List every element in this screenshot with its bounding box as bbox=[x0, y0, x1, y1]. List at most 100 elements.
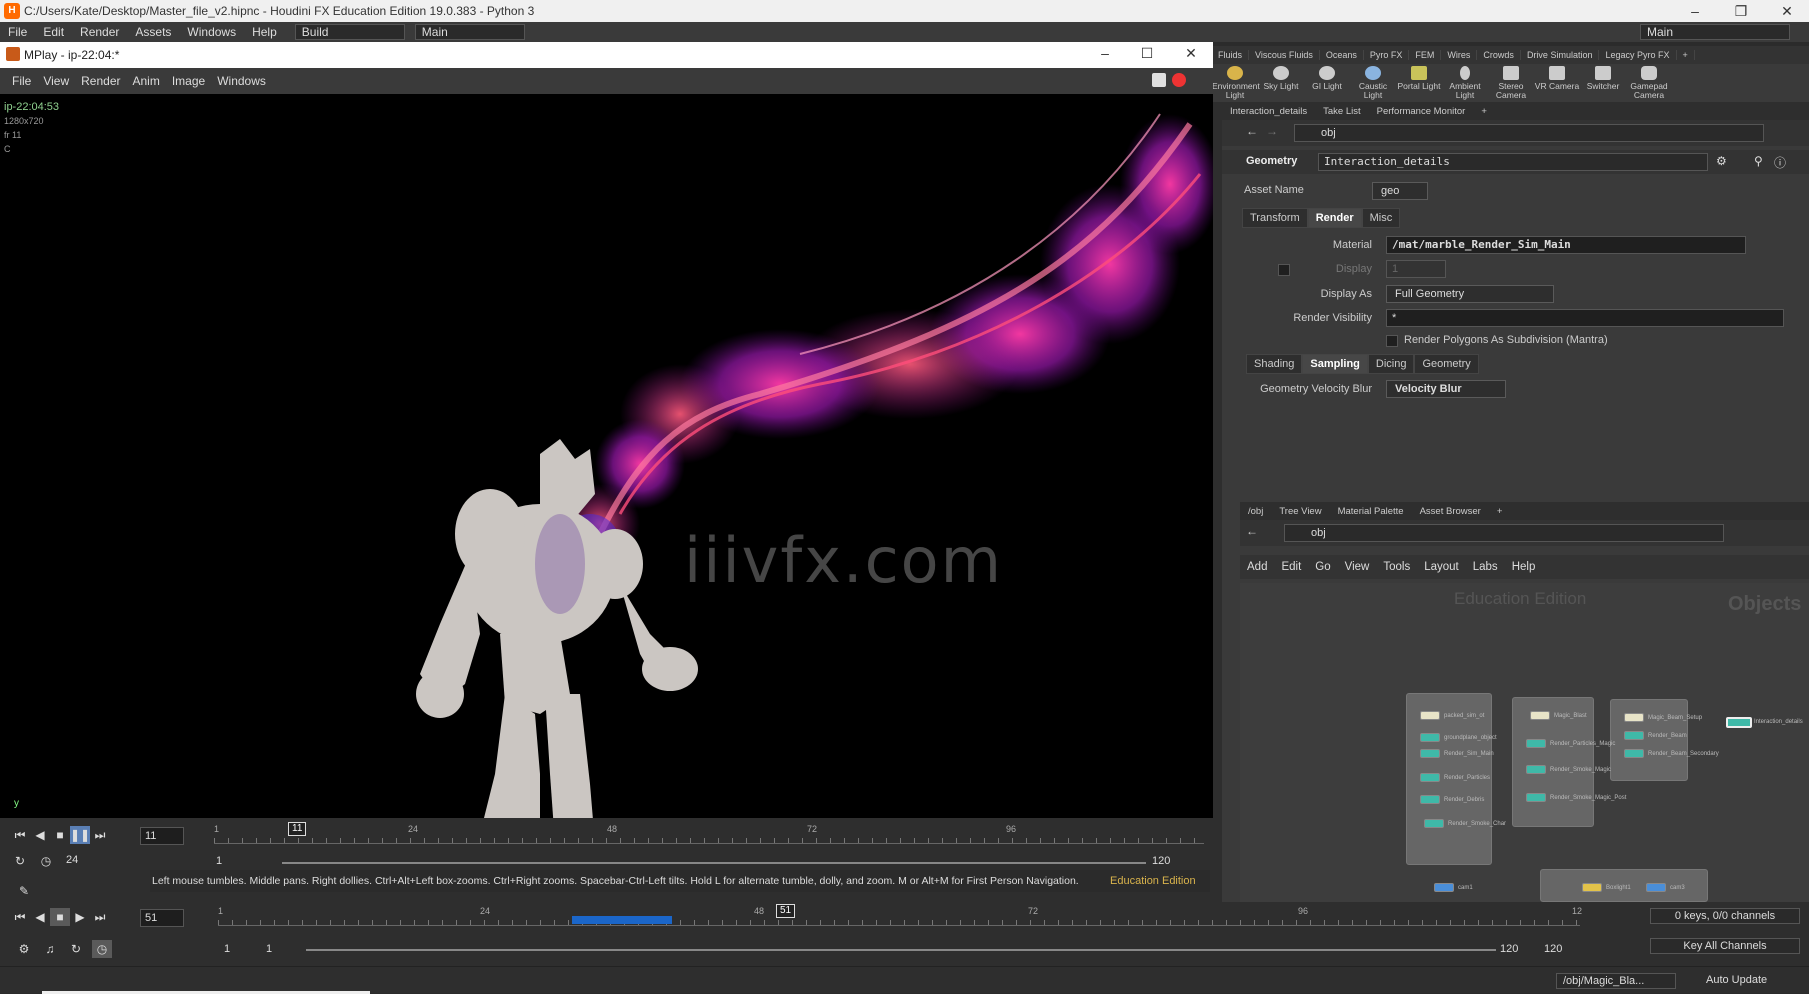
mplay-menu-file[interactable]: File bbox=[6, 74, 37, 88]
add-shelf-icon[interactable]: + bbox=[1677, 50, 1695, 60]
tab-render[interactable]: Render bbox=[1307, 208, 1362, 228]
main-range-slider[interactable] bbox=[306, 949, 1496, 951]
material-field[interactable]: /mat/marble_Render_Sim_Main bbox=[1386, 236, 1746, 254]
play-icon[interactable]: ▶ bbox=[70, 908, 90, 926]
restore-icon[interactable]: ❐ bbox=[1718, 0, 1764, 22]
pose-icon[interactable]: ✎ bbox=[14, 882, 34, 900]
network-editor[interactable]: Education Edition Objects packed_sim_ot … bbox=[1240, 583, 1809, 902]
fps-value[interactable]: 24 bbox=[66, 854, 78, 866]
desktop-select[interactable]: Build bbox=[294, 24, 405, 40]
go-to-start-icon[interactable]: ⏮ bbox=[10, 826, 30, 844]
menu-assets[interactable]: Assets bbox=[127, 25, 179, 39]
node[interactable] bbox=[1624, 713, 1644, 722]
tool-gamepad-camera[interactable]: Gamepad Camera bbox=[1626, 64, 1672, 102]
back-arrow-icon[interactable]: ← bbox=[1246, 124, 1258, 138]
range-start[interactable]: 1 bbox=[216, 855, 222, 867]
shelf-tab[interactable]: Fluids bbox=[1212, 50, 1250, 60]
key-all-channels-button[interactable]: Key All Channels bbox=[1650, 938, 1800, 954]
tab-sampling[interactable]: Sampling bbox=[1302, 354, 1368, 374]
net-menu-edit[interactable]: Edit bbox=[1274, 561, 1308, 573]
key-icon[interactable]: ⚙ bbox=[14, 940, 34, 958]
node-name-field[interactable]: Interaction_details bbox=[1318, 153, 1708, 171]
mplay-menu-render[interactable]: Render bbox=[75, 74, 126, 88]
node[interactable] bbox=[1420, 711, 1440, 720]
net-menu-tools[interactable]: Tools bbox=[1376, 561, 1417, 573]
net-menu-add[interactable]: Add bbox=[1240, 561, 1274, 573]
loop-icon[interactable]: ↻ bbox=[10, 852, 30, 870]
range-end[interactable]: 120 bbox=[1152, 855, 1170, 867]
node[interactable] bbox=[1624, 749, 1644, 758]
velocity-blur-select[interactable]: Velocity Blur bbox=[1386, 380, 1506, 398]
shelf-tab[interactable]: Pyro FX bbox=[1364, 50, 1410, 60]
info-icon[interactable]: ⓘ bbox=[1774, 154, 1786, 171]
tab-dicing[interactable]: Dicing bbox=[1367, 354, 1415, 374]
play-backward-icon[interactable]: ◀ bbox=[30, 826, 50, 844]
shelf-tab[interactable]: Wires bbox=[1441, 50, 1478, 60]
render-viewport[interactable]: ip-22:04:53 1280x720 fr 11 C iiivfx.com … bbox=[0, 94, 1213, 818]
desktop-right-select[interactable]: Main bbox=[1640, 24, 1790, 40]
tool-environment-light[interactable]: Environment Light bbox=[1212, 64, 1260, 102]
close-icon[interactable]: ✕ bbox=[1764, 0, 1809, 22]
mplay-frame-field[interactable]: 11 bbox=[140, 827, 184, 845]
node[interactable] bbox=[1526, 793, 1546, 802]
close-icon[interactable]: ✕ bbox=[1168, 42, 1214, 64]
tool-switcher[interactable]: Switcher bbox=[1580, 64, 1626, 102]
main-frame-field[interactable]: 51 bbox=[140, 909, 184, 927]
main-range-start[interactable]: 1 bbox=[224, 943, 230, 955]
param-path-field[interactable]: obj bbox=[1294, 124, 1764, 142]
node[interactable] bbox=[1420, 733, 1440, 742]
mplay-menu-view[interactable]: View bbox=[37, 74, 75, 88]
tab-obj[interactable]: /obj bbox=[1240, 506, 1271, 517]
tab-take-list[interactable]: Take List bbox=[1315, 106, 1369, 117]
realtime-icon[interactable]: ◷ bbox=[36, 852, 56, 870]
tab-interaction-details[interactable]: Interaction_details bbox=[1222, 106, 1315, 117]
loop-icon[interactable]: ↻ bbox=[66, 940, 86, 958]
node[interactable] bbox=[1530, 711, 1550, 720]
back-arrow-icon[interactable]: ← bbox=[1246, 524, 1258, 538]
realtime-icon[interactable]: ◷ bbox=[92, 940, 112, 958]
menu-help[interactable]: Help bbox=[244, 25, 285, 39]
tab-transform[interactable]: Transform bbox=[1242, 208, 1308, 228]
menu-render[interactable]: Render bbox=[72, 25, 127, 39]
net-menu-help[interactable]: Help bbox=[1505, 561, 1543, 573]
mplay-frame-marker[interactable]: 11 bbox=[288, 822, 307, 836]
pause-icon[interactable]: ❚❚ bbox=[70, 826, 90, 844]
tool-caustic-light[interactable]: Caustic Light bbox=[1350, 64, 1396, 102]
main-frame-ruler[interactable]: 1 24 48 72 96 12 51 bbox=[218, 904, 1582, 926]
node[interactable] bbox=[1624, 731, 1644, 740]
selected-node[interactable] bbox=[1726, 717, 1752, 728]
mplay-menu-image[interactable]: Image bbox=[166, 74, 211, 88]
stop-icon[interactable]: ■ bbox=[50, 826, 70, 844]
net-menu-layout[interactable]: Layout bbox=[1417, 561, 1466, 573]
menu-edit[interactable]: Edit bbox=[35, 25, 72, 39]
shelf-tab[interactable]: Crowds bbox=[1477, 50, 1521, 60]
tab-shading[interactable]: Shading bbox=[1246, 354, 1303, 374]
main-range-end[interactable]: 120 bbox=[1500, 943, 1518, 955]
audio-icon[interactable]: ♫ bbox=[40, 940, 60, 958]
mplay-menu-anim[interactable]: Anim bbox=[127, 74, 166, 88]
node[interactable] bbox=[1420, 795, 1440, 804]
context-select[interactable]: Main bbox=[414, 24, 525, 40]
camera-node[interactable] bbox=[1434, 883, 1454, 892]
shelf-tab[interactable]: Drive Simulation bbox=[1521, 50, 1600, 60]
network-box-c[interactable] bbox=[1610, 699, 1688, 781]
tab-geometry[interactable]: Geometry bbox=[1414, 354, 1479, 374]
auto-update-button[interactable]: Auto Update bbox=[1700, 973, 1773, 987]
add-tab-icon[interactable]: + bbox=[1489, 506, 1511, 517]
stop-icon[interactable]: ■ bbox=[50, 908, 70, 926]
stop-render-icon[interactable] bbox=[1172, 73, 1186, 87]
tool-portal-light[interactable]: Portal Light bbox=[1396, 64, 1442, 102]
network-path-field[interactable]: obj bbox=[1284, 524, 1724, 542]
snapshot-icon[interactable] bbox=[1152, 73, 1166, 87]
main-range-start2[interactable]: 1 bbox=[266, 943, 272, 955]
shelf-tab[interactable]: Oceans bbox=[1320, 50, 1364, 60]
node[interactable] bbox=[1420, 773, 1440, 782]
subdivision-checkbox[interactable] bbox=[1386, 335, 1398, 347]
tool-vr-camera[interactable]: VR Camera bbox=[1534, 64, 1580, 102]
display-as-select[interactable]: Full Geometry bbox=[1386, 285, 1554, 303]
go-to-end-icon[interactable]: ⏭ bbox=[90, 908, 110, 926]
net-menu-go[interactable]: Go bbox=[1308, 561, 1337, 573]
tab-asset-browser[interactable]: Asset Browser bbox=[1412, 506, 1489, 517]
main-frame-marker[interactable]: 51 bbox=[776, 904, 796, 918]
tab-performance-monitor[interactable]: Performance Monitor bbox=[1369, 106, 1474, 117]
